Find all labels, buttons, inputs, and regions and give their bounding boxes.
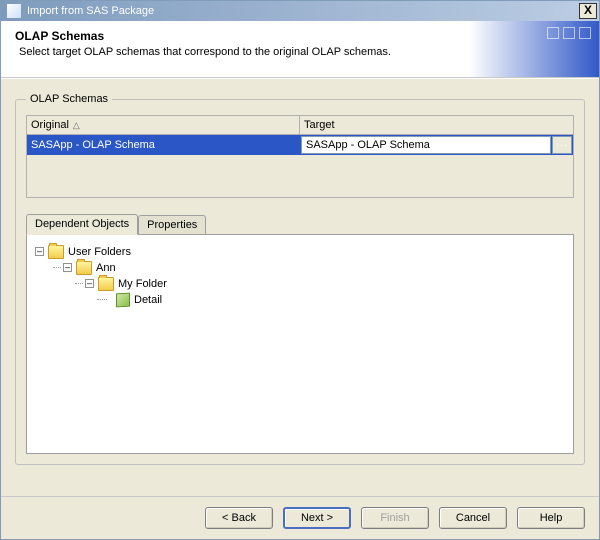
dialog-window: Import from SAS Package X OLAP Schemas S… [0, 0, 600, 540]
schema-table: Original △ Target SASApp - OLAP Schema S… [26, 115, 574, 198]
tab-dependent-objects[interactable]: Dependent Objects [26, 214, 138, 235]
table-header: Original △ Target [27, 116, 573, 135]
finish-button: Finish [361, 507, 429, 529]
cube-icon [116, 292, 130, 307]
col-original[interactable]: Original △ [27, 116, 300, 134]
tree-node-user-folders[interactable]: – User Folders [35, 244, 565, 259]
body: OLAP Schemas Original △ Target SASApp - … [1, 79, 599, 465]
folder-icon [48, 245, 64, 259]
titlebar: Import from SAS Package X [1, 1, 599, 21]
olap-schemas-group: OLAP Schemas Original △ Target SASApp - … [15, 93, 585, 465]
expander-icon[interactable]: – [63, 263, 72, 272]
close-button[interactable]: X [579, 3, 597, 19]
table-empty-area [27, 155, 573, 197]
target-input[interactable]: SASApp - OLAP Schema [301, 136, 551, 154]
tree-node-ann[interactable]: – Ann [57, 260, 565, 275]
expander-icon[interactable]: – [85, 279, 94, 288]
folder-icon [98, 277, 114, 291]
tree-label: Detail [134, 294, 162, 306]
tree-connector [101, 295, 112, 304]
group-legend: OLAP Schemas [26, 93, 112, 105]
tab-properties[interactable]: Properties [138, 215, 206, 234]
app-icon [6, 3, 22, 19]
cell-original: SASApp - OLAP Schema [27, 135, 300, 155]
tree-node-my-folder[interactable]: – My Folder [79, 276, 565, 291]
button-bar: < Back Next > Finish Cancel Help [1, 496, 599, 529]
back-button[interactable]: < Back [205, 507, 273, 529]
tabs: Dependent Objects Properties – User Fold… [26, 214, 574, 454]
cancel-button[interactable]: Cancel [439, 507, 507, 529]
expander-icon[interactable]: – [35, 247, 44, 256]
tab-strip: Dependent Objects Properties [26, 214, 574, 234]
header-banner: OLAP Schemas Select target OLAP schemas … [1, 21, 599, 78]
header-decor-boxes [547, 27, 591, 39]
col-original-label: Original [31, 119, 69, 131]
col-target[interactable]: Target [300, 116, 573, 134]
tree-label: My Folder [118, 278, 167, 290]
browse-button[interactable]: ... [552, 136, 572, 154]
sort-asc-icon: △ [73, 120, 80, 131]
tree-label: Ann [96, 262, 116, 274]
table-row[interactable]: SASApp - OLAP Schema SASApp - OLAP Schem… [27, 135, 573, 155]
cell-target: SASApp - OLAP Schema ... [300, 135, 573, 155]
help-button[interactable]: Help [517, 507, 585, 529]
folder-icon [76, 261, 92, 275]
tree-label: User Folders [68, 246, 131, 258]
tree-root: – User Folders – An [35, 243, 565, 311]
tree-node-detail[interactable]: Detail [101, 292, 565, 307]
col-target-label: Target [304, 119, 335, 131]
next-button[interactable]: Next > [283, 507, 351, 529]
window-title: Import from SAS Package [27, 5, 579, 17]
tab-panel-dependent: – User Folders – An [26, 234, 574, 454]
